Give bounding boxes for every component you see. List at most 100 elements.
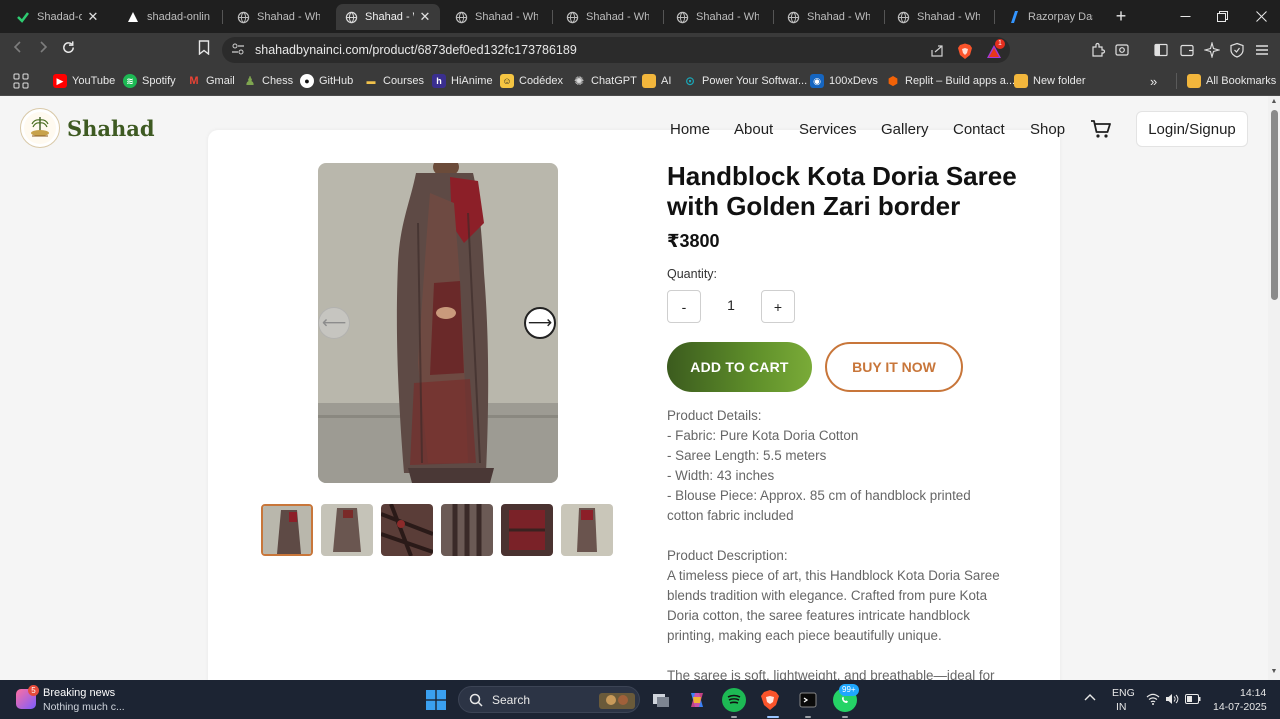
taskbar-search-box[interactable]: Search [458,686,640,713]
nav-services[interactable]: Services [799,121,857,138]
scrollbar-thumb[interactable] [1271,110,1278,300]
all-bookmarks[interactable]: All Bookmarks [1187,73,1276,89]
tab-shahad[interactable]: Shahad - Where [667,4,767,30]
vpn-icon[interactable] [1228,41,1246,59]
bookmark-folder-new[interactable]: New folder [1014,73,1086,89]
back-button[interactable] [8,40,28,60]
bookmark-power-your-software[interactable]: ⊙ Power Your Softwar... [683,73,807,89]
add-to-cart-button[interactable]: ADD TO CART [667,342,812,392]
site-brand[interactable]: Shahad [67,116,155,141]
news-title[interactable]: Breaking news [43,687,115,699]
nav-about[interactable]: About [734,121,773,138]
spotify-taskbar-icon[interactable] [722,688,746,712]
description-line: Doria cotton, the saree features intrica… [667,608,970,623]
more-bookmarks-chevron-icon[interactable]: » [1150,73,1157,89]
battery-icon[interactable] [1185,694,1201,707]
screenshot-icon[interactable] [1113,41,1131,59]
tab-shahad[interactable]: Shahad - Where [888,4,988,30]
nav-shop[interactable]: Shop [1030,121,1065,138]
nav-contact[interactable]: Contact [953,121,1005,138]
scroll-down-arrow-icon[interactable]: ▼ [1270,668,1278,675]
terminal-taskbar-icon[interactable] [796,688,820,712]
clock-date[interactable]: 14-07-2025 [1213,701,1267,713]
tab-shahad[interactable]: Shahad - Where [446,4,546,30]
bookmark-spotify[interactable]: ≋ Spotify [123,73,176,89]
wallet-icon[interactable] [1178,41,1196,59]
brave-taskbar-icon[interactable] [758,688,782,712]
bookmark-github[interactable]: ● GitHub [300,73,353,89]
copilot-icon[interactable] [685,688,709,712]
extensions-icon[interactable] [1089,41,1107,59]
gmail-icon: M [189,75,199,87]
bookmark-chatgpt[interactable]: ✺ ChatGPT [572,73,637,89]
new-tab-button[interactable]: + [1111,6,1131,26]
login-signup-button[interactable]: Login/Signup [1136,111,1248,147]
bookmark-hianime[interactable]: h HiAnime [432,73,493,89]
restore-button[interactable] [1202,0,1242,33]
share-icon[interactable] [928,42,946,60]
volume-icon[interactable] [1165,693,1179,708]
brave-shields-icon[interactable] [956,42,974,60]
language-indicator[interactable]: ENG [1112,687,1135,699]
tab-shahad[interactable]: Shahad - Where [557,4,657,30]
windows-start-icon[interactable] [426,690,446,710]
page-scrollbar[interactable]: ▲ ▼ [1268,96,1280,680]
url-text[interactable]: shahadbynainci.com/product/6873def0ed132… [255,43,577,57]
show-hidden-icons-chevron-icon[interactable] [1084,692,1096,704]
apps-grid-icon[interactable] [13,73,29,89]
close-window-button[interactable] [1241,0,1280,33]
description-heading: Product Description: [667,548,788,563]
close-tab-icon[interactable]: ✕ [418,9,432,25]
bookmark-codedex[interactable]: ☺ Codédex [500,73,563,89]
previous-image-arrow-icon[interactable]: ⟵ [318,307,350,339]
tab-title: Razorpay Dashb [1028,11,1093,23]
bookmark-replit[interactable]: ⬢ Replit – Build apps a... [886,73,1015,89]
product-thumbnail-3[interactable] [381,504,433,556]
bookmark-courses[interactable]: ▬ Courses [364,73,424,89]
cart-icon[interactable] [1090,119,1112,139]
region-indicator[interactable]: IN [1116,701,1127,713]
tab-shadad-online[interactable]: Shadad-online ✕ [8,4,108,30]
bookmark-gmail[interactable]: M Gmail [187,73,234,89]
minimize-button[interactable] [1165,0,1205,33]
bookmark-folder-ai[interactable]: AI [642,73,671,89]
site-logo[interactable] [20,108,60,148]
forward-button[interactable] [33,40,53,60]
buy-it-now-button[interactable]: BUY IT NOW [825,342,963,392]
product-main-image[interactable] [318,163,558,483]
detail-line: - Blouse Piece: Approx. 85 cm of handblo… [667,488,971,503]
scroll-up-arrow-icon[interactable]: ▲ [1270,98,1278,105]
tab-divider [884,10,885,24]
product-thumbnail-5[interactable] [501,504,553,556]
reload-button[interactable] [58,40,78,60]
product-thumbnail-2[interactable] [321,504,373,556]
leo-ai-icon[interactable] [1203,41,1221,59]
product-thumbnail-6[interactable] [561,504,613,556]
bookmark-chess[interactable]: ♟ Chess [243,73,294,89]
news-subtitle[interactable]: Nothing much c... [43,701,125,713]
bookmark-youtube[interactable]: ▶ YouTube [53,73,115,89]
product-thumbnail-1[interactable] [261,504,313,556]
tab-shahad-active[interactable]: Shahad - Wh ✕ [336,4,440,30]
sidebar-toggle-icon[interactable] [1152,41,1170,59]
nav-home[interactable]: Home [670,121,710,138]
task-view-icon[interactable] [649,688,673,712]
menu-icon[interactable] [1253,41,1271,59]
product-thumbnail-4[interactable] [441,504,493,556]
bookmark-100xdevs[interactable]: ◉ 100xDevs [810,73,878,89]
quantity-increase-button[interactable]: + [761,290,795,323]
tab-razorpay[interactable]: Razorpay Dashb [999,4,1101,30]
bookmark-label: GitHub [319,75,354,87]
nav-gallery[interactable]: Gallery [881,121,929,138]
wifi-icon[interactable] [1146,693,1160,708]
tab-shadad-online-s[interactable]: shadad-online-s [118,4,218,30]
next-image-arrow-icon[interactable]: ⟶ [524,307,556,339]
close-tab-icon[interactable]: ✕ [86,9,100,25]
clock-time[interactable]: 14:14 [1240,687,1266,699]
quantity-decrease-button[interactable]: - [667,290,701,323]
tab-shahad[interactable]: Shahad - Where [228,4,328,30]
bookmark-page-icon[interactable] [194,40,214,60]
address-bar[interactable]: shahadbynainci.com/product/6873def0ed132… [222,37,1010,63]
site-info-icon[interactable] [230,42,246,58]
tab-shahad[interactable]: Shahad - Where [778,4,878,30]
